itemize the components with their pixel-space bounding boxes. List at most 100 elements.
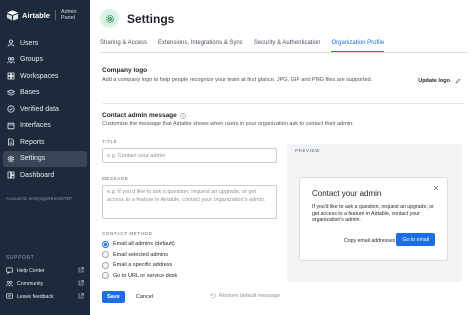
gear-icon	[7, 155, 15, 163]
message-textarea[interactable]: e.g. If you'd like to ask a question, re…	[102, 185, 277, 219]
bases-icon	[7, 89, 15, 97]
close-icon[interactable]	[433, 185, 439, 191]
sidebar-item-label: Workspaces	[20, 72, 59, 80]
radio-button[interactable]	[102, 251, 109, 259]
sidebar-item-users[interactable]: Users	[0, 35, 90, 52]
sidebar-nav: Users Groups Workspaces Bases Verified d…	[0, 35, 90, 184]
support-section: SUPPORT Help Center Community Leave feed…	[0, 255, 90, 303]
groups-icon	[7, 56, 15, 64]
reports-icon	[7, 138, 15, 146]
support-item-label: Community	[17, 280, 44, 287]
sidebar-item-groups[interactable]: Groups	[0, 52, 90, 69]
save-button[interactable]: Save	[102, 291, 125, 303]
company-logo-heading: Company logo	[102, 67, 148, 74]
account-id: Account ID: entSyVgpzNHmsfcTEP	[6, 196, 73, 201]
page-title: Settings	[127, 11, 175, 26]
cancel-button[interactable]: Cancel	[136, 294, 153, 300]
settings-gear-icon	[100, 9, 119, 28]
sidebar-item-label: Users	[20, 39, 39, 47]
copy-email-addresses-button[interactable]: Copy email addresses	[344, 238, 395, 244]
verified-icon	[7, 105, 15, 113]
community-icon	[6, 280, 13, 287]
external-link-icon	[78, 280, 84, 286]
brand-name: Airtable	[22, 10, 50, 20]
sidebar-item-label: Verified data	[20, 105, 59, 113]
title-input[interactable]: e.g. Contact your admin	[102, 148, 277, 163]
support-item-label: Leave feedback	[17, 293, 54, 300]
company-logo-description: Add a company logo to help people recogn…	[102, 77, 373, 83]
radio-label: Email selected admins	[113, 251, 169, 258]
update-logo-button[interactable]: Update logo	[418, 78, 461, 84]
contact-method-label: CONTACT METHOD	[102, 231, 153, 236]
sidebar-item-settings[interactable]: Settings	[3, 150, 87, 167]
radio-email-selected-admins[interactable]: Email selected admins	[102, 250, 277, 261]
sidebar-item-interfaces[interactable]: Interfaces	[0, 118, 90, 135]
restore-default-button[interactable]: Restore default message	[210, 293, 280, 299]
external-link-icon	[78, 267, 84, 273]
radio-go-to-url[interactable]: Go to URL or service desk	[102, 271, 277, 282]
external-link-icon	[78, 293, 84, 299]
support-item-label: Help Center	[17, 267, 45, 274]
support-item-community[interactable]: Community	[0, 277, 90, 290]
sidebar-item-label: Groups	[20, 56, 43, 64]
message-form: TITLE e.g. Contact your admin MESSAGE e.…	[102, 139, 277, 281]
sidebar-item-workspaces[interactable]: Workspaces	[0, 68, 90, 85]
message-field-label: MESSAGE	[102, 176, 129, 181]
sidebar: Airtable Admin Panel Users Groups Worksp…	[0, 0, 90, 315]
preview-label: PREVIEW	[295, 148, 320, 153]
interfaces-icon	[7, 122, 15, 130]
sidebar-item-dashboard[interactable]: Dashboard	[0, 167, 90, 184]
sidebar-item-verified-data[interactable]: Verified data	[0, 101, 90, 118]
tab-extensions-integrations-sync[interactable]: Extensions, Integrations & Sync	[158, 40, 243, 52]
pencil-icon	[455, 78, 461, 84]
title-field-label: TITLE	[102, 139, 118, 144]
users-icon	[7, 39, 15, 47]
brand-panel-label: Admin Panel	[60, 9, 77, 21]
company-logo-section: Company logo Add a company logo to help …	[102, 67, 464, 94]
main-panel: Settings Sharing & Access Extensions, In…	[90, 0, 474, 315]
tab-security-authentication[interactable]: Security & Authentication	[254, 40, 321, 52]
sidebar-item-label: Interfaces	[20, 122, 51, 130]
contact-admin-modal-preview: Contact your admin If you'd like to ask …	[299, 177, 448, 261]
support-item-help-center[interactable]: Help Center	[0, 264, 90, 277]
contact-admin-description: Customize the message that Airtable show…	[102, 121, 354, 127]
sidebar-item-label: Dashboard	[20, 171, 55, 179]
section-divider	[102, 103, 464, 104]
preview-panel: PREVIEW Contact your admin If you'd like…	[287, 144, 462, 282]
radio-button[interactable]	[102, 240, 109, 248]
restore-icon	[210, 293, 216, 299]
radio-label: Email a specific address	[113, 262, 173, 269]
form-actions: Save Cancel Restore default message	[102, 290, 464, 304]
sidebar-item-label: Reports	[20, 138, 45, 146]
workspaces-icon	[7, 72, 15, 80]
contact-admin-section: Contact admin message Customize the mess…	[102, 112, 464, 128]
brand[interactable]: Airtable Admin Panel	[0, 0, 90, 30]
brand-divider	[54, 10, 56, 20]
modal-title: Contact your admin	[312, 189, 382, 198]
info-icon[interactable]	[180, 112, 186, 119]
radio-email-all-admins[interactable]: Email all admins (default)	[102, 239, 277, 250]
radio-label: Email all admins (default)	[113, 241, 175, 248]
airtable-logo-icon	[6, 10, 19, 21]
radio-button[interactable]	[102, 272, 109, 280]
tab-organization-profile[interactable]: Organization Profile	[331, 40, 385, 52]
sidebar-item-bases[interactable]: Bases	[0, 85, 90, 102]
sidebar-item-label: Bases	[20, 89, 40, 97]
restore-label: Restore default message	[219, 293, 281, 299]
page-header: Settings	[100, 9, 174, 28]
tab-sharing-access[interactable]: Sharing & Access	[100, 40, 147, 52]
contact-admin-heading: Contact admin message	[102, 112, 177, 119]
help-icon	[6, 267, 13, 274]
settings-content: Company logo Add a company logo to help …	[102, 67, 464, 303]
update-logo-label: Update logo	[418, 78, 450, 84]
feedback-icon	[6, 293, 13, 300]
radio-button[interactable]	[102, 261, 109, 269]
sidebar-item-reports[interactable]: Reports	[0, 134, 90, 151]
settings-tabs: Sharing & Access Extensions, Integration…	[100, 40, 468, 53]
support-item-leave-feedback[interactable]: Leave feedback	[0, 290, 90, 303]
radio-email-specific-address[interactable]: Email a specific address	[102, 260, 277, 271]
dashboard-icon	[7, 171, 15, 179]
go-to-email-button[interactable]: Go to email	[396, 233, 435, 246]
modal-body: If you'd like to ask a question, request…	[312, 204, 434, 223]
radio-label: Go to URL or service desk	[113, 272, 178, 279]
